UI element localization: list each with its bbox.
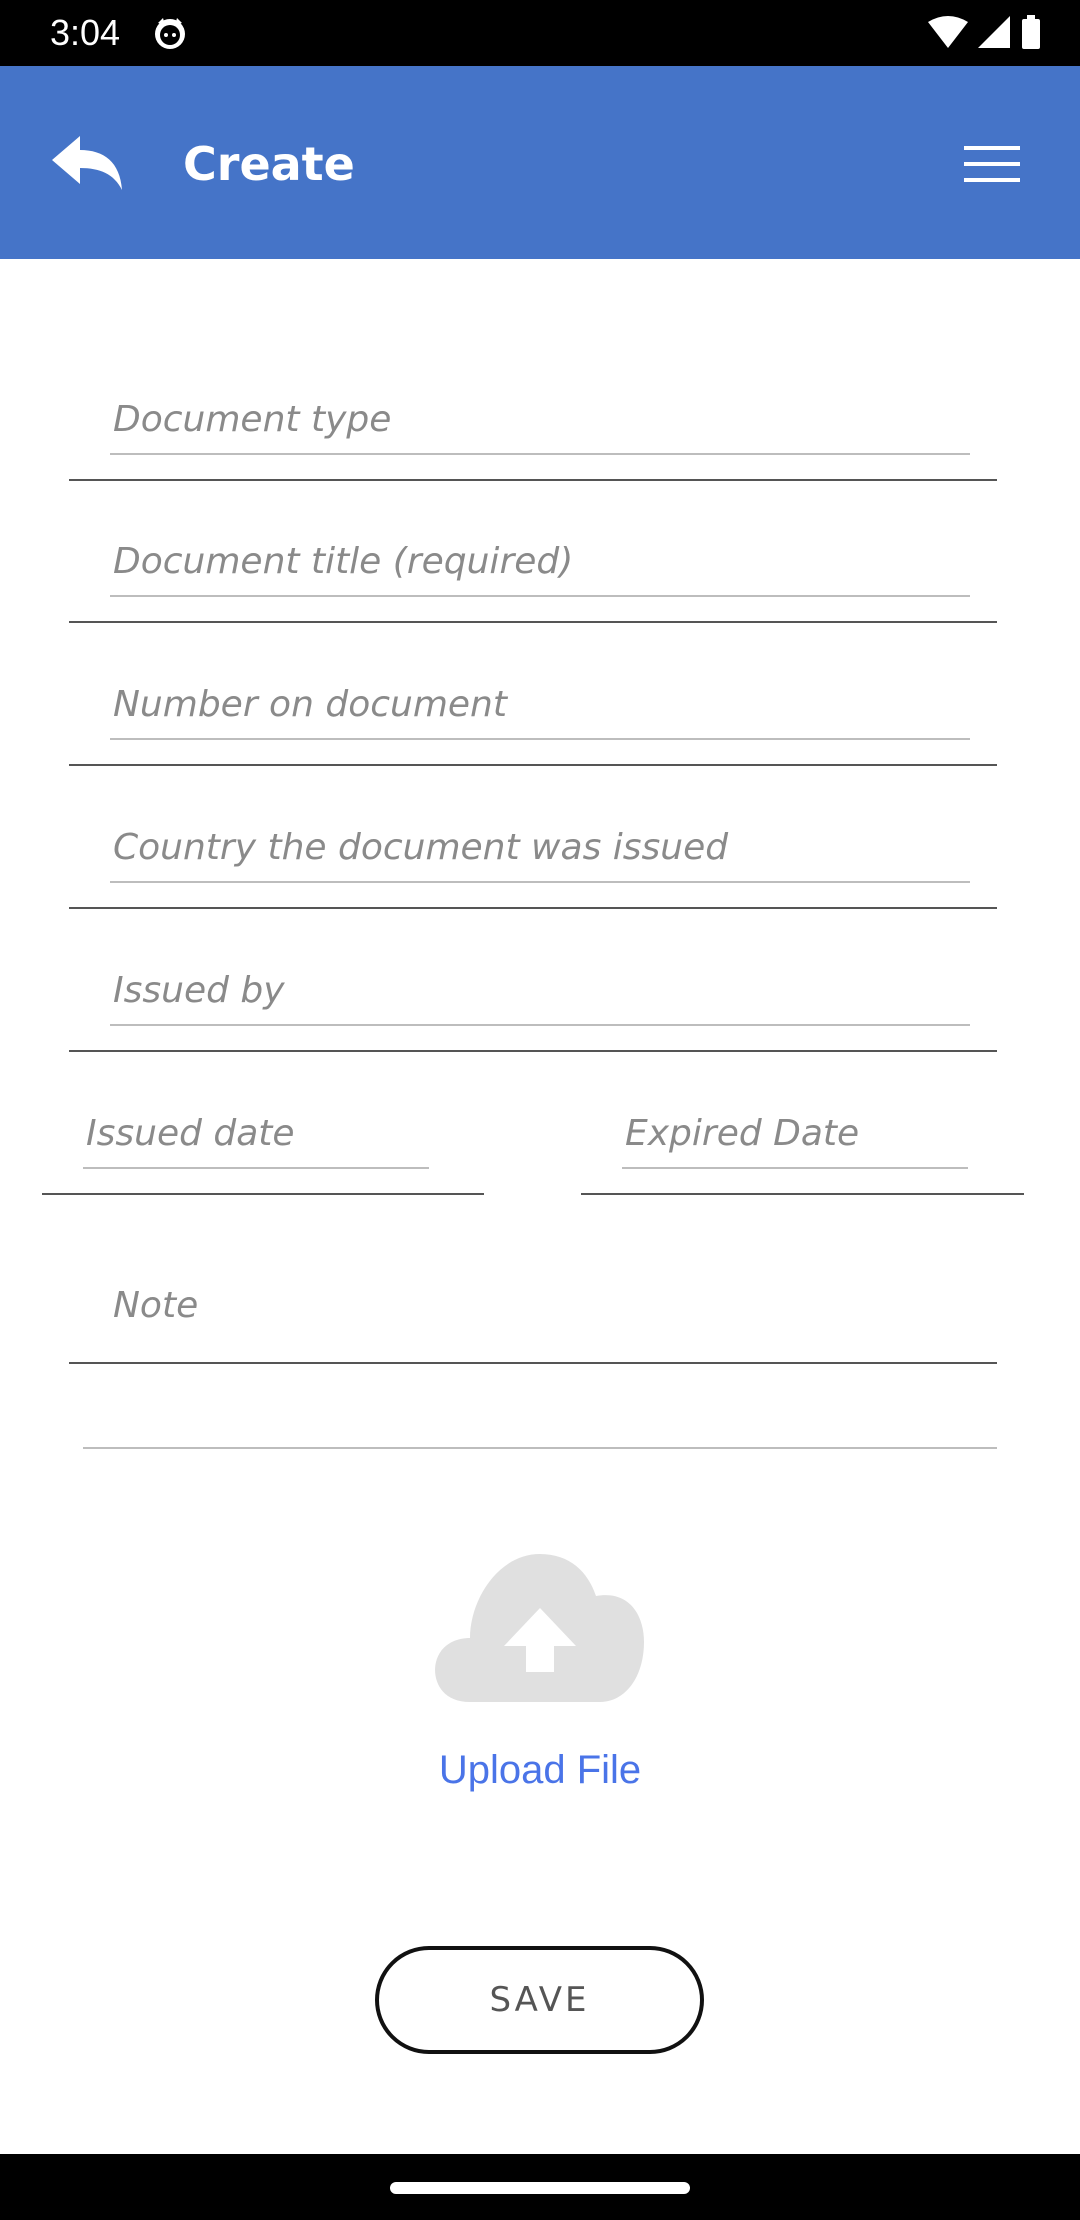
- battery-icon: [1022, 15, 1040, 49]
- cloud-upload-icon: [435, 1554, 644, 1702]
- note-extra-line: [83, 1447, 997, 1449]
- number-field: [69, 665, 997, 766]
- issued-by-field: [69, 951, 997, 1052]
- status-time: 3:04: [50, 12, 121, 53]
- upload-file-link[interactable]: Upload File: [0, 1748, 1080, 1793]
- expired-date-field: [581, 1094, 1024, 1195]
- reply-arrow-icon: [52, 136, 122, 190]
- country-underline: [110, 881, 970, 883]
- note-divider: [69, 1362, 997, 1364]
- expired-date-divider: [581, 1193, 1024, 1195]
- number-input[interactable]: [113, 679, 973, 729]
- document-type-field: [69, 380, 997, 481]
- document-type-input[interactable]: [113, 394, 973, 444]
- issued-date-field: [42, 1094, 484, 1195]
- expired-date-input[interactable]: [625, 1108, 971, 1158]
- wifi-icon: [928, 16, 968, 48]
- issued-date-input[interactable]: [86, 1108, 432, 1158]
- document-title-input[interactable]: [113, 536, 973, 586]
- save-button[interactable]: SAVE: [375, 1946, 704, 2054]
- status-bar: 3:04: [0, 0, 1080, 66]
- number-underline: [110, 738, 970, 740]
- back-button[interactable]: [48, 134, 128, 194]
- home-indicator[interactable]: [390, 2182, 690, 2194]
- document-type-divider: [69, 479, 997, 481]
- menu-button[interactable]: [960, 138, 1024, 190]
- document-type-underline: [110, 453, 970, 455]
- number-divider: [69, 764, 997, 766]
- note-input[interactable]: [113, 1280, 973, 1330]
- expired-date-underline: [622, 1167, 968, 1169]
- status-icons: [926, 14, 1056, 52]
- note-field: [69, 1255, 997, 1364]
- issued-by-underline: [110, 1024, 970, 1026]
- issued-date-underline: [83, 1167, 429, 1169]
- issued-date-divider: [42, 1193, 484, 1195]
- document-title-divider: [69, 621, 997, 623]
- page-title: Create: [183, 137, 355, 191]
- country-divider: [69, 907, 997, 909]
- issued-by-divider: [69, 1050, 997, 1052]
- notification-cat-icon: [152, 15, 188, 51]
- navigation-bar: [0, 2154, 1080, 2220]
- app-bar: Create: [0, 66, 1080, 259]
- signal-icon: [978, 16, 1010, 48]
- document-title-underline: [110, 595, 970, 597]
- country-input[interactable]: [113, 822, 973, 872]
- hamburger-menu-icon: [964, 146, 1020, 182]
- country-field: [69, 808, 997, 909]
- issued-by-input[interactable]: [113, 965, 973, 1015]
- document-title-field: [69, 522, 997, 623]
- upload-area[interactable]: [430, 1550, 650, 1710]
